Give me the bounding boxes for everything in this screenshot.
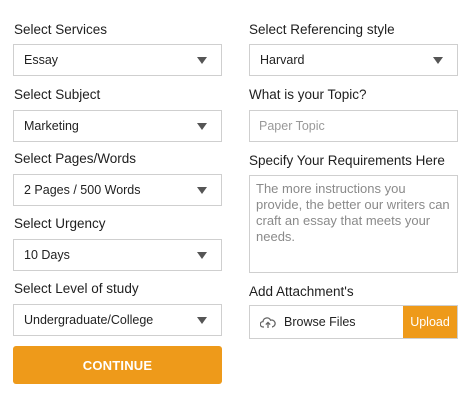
- referencing-select[interactable]: Harvard: [249, 44, 458, 76]
- level-label: Select Level of study: [14, 281, 139, 296]
- chevron-down-icon: [197, 317, 207, 324]
- chevron-down-icon: [197, 187, 207, 194]
- subject-value: Marketing: [24, 119, 79, 133]
- referencing-label: Select Referencing style: [249, 22, 395, 37]
- chevron-down-icon: [197, 252, 207, 259]
- urgency-label: Select Urgency: [14, 216, 106, 231]
- upload-button[interactable]: Upload: [403, 306, 457, 338]
- urgency-value: 10 Days: [24, 248, 70, 262]
- subject-select[interactable]: Marketing: [13, 110, 222, 142]
- services-value: Essay: [24, 53, 59, 67]
- services-select[interactable]: Essay: [13, 44, 222, 76]
- topic-label: What is your Topic?: [249, 87, 367, 102]
- chevron-down-icon: [197, 57, 207, 64]
- pages-label: Select Pages/Words: [14, 151, 137, 166]
- pages-value: 2 Pages / 500 Words: [24, 183, 141, 197]
- chevron-down-icon: [433, 57, 443, 64]
- attachment-label: Add Attachment's: [249, 284, 354, 299]
- attachment-field: Browse Files Upload: [249, 305, 458, 339]
- requirements-label: Specify Your Requirements Here: [249, 153, 445, 168]
- level-value: Undergraduate/College: [24, 313, 154, 327]
- browse-files-label: Browse Files: [284, 315, 356, 329]
- chevron-down-icon: [197, 123, 207, 130]
- topic-input[interactable]: Paper Topic: [249, 110, 458, 142]
- continue-button[interactable]: CONTINUE: [13, 346, 222, 384]
- level-select[interactable]: Undergraduate/College: [13, 304, 222, 336]
- services-label: Select Services: [14, 22, 108, 37]
- pages-select[interactable]: 2 Pages / 500 Words: [13, 174, 222, 206]
- browse-files-button[interactable]: Browse Files: [260, 306, 356, 338]
- urgency-select[interactable]: 10 Days: [13, 239, 222, 271]
- requirements-textarea[interactable]: The more instructions you provide, the b…: [249, 175, 458, 273]
- referencing-value: Harvard: [260, 53, 305, 67]
- cloud-upload-icon: [260, 316, 276, 328]
- subject-label: Select Subject: [14, 87, 101, 102]
